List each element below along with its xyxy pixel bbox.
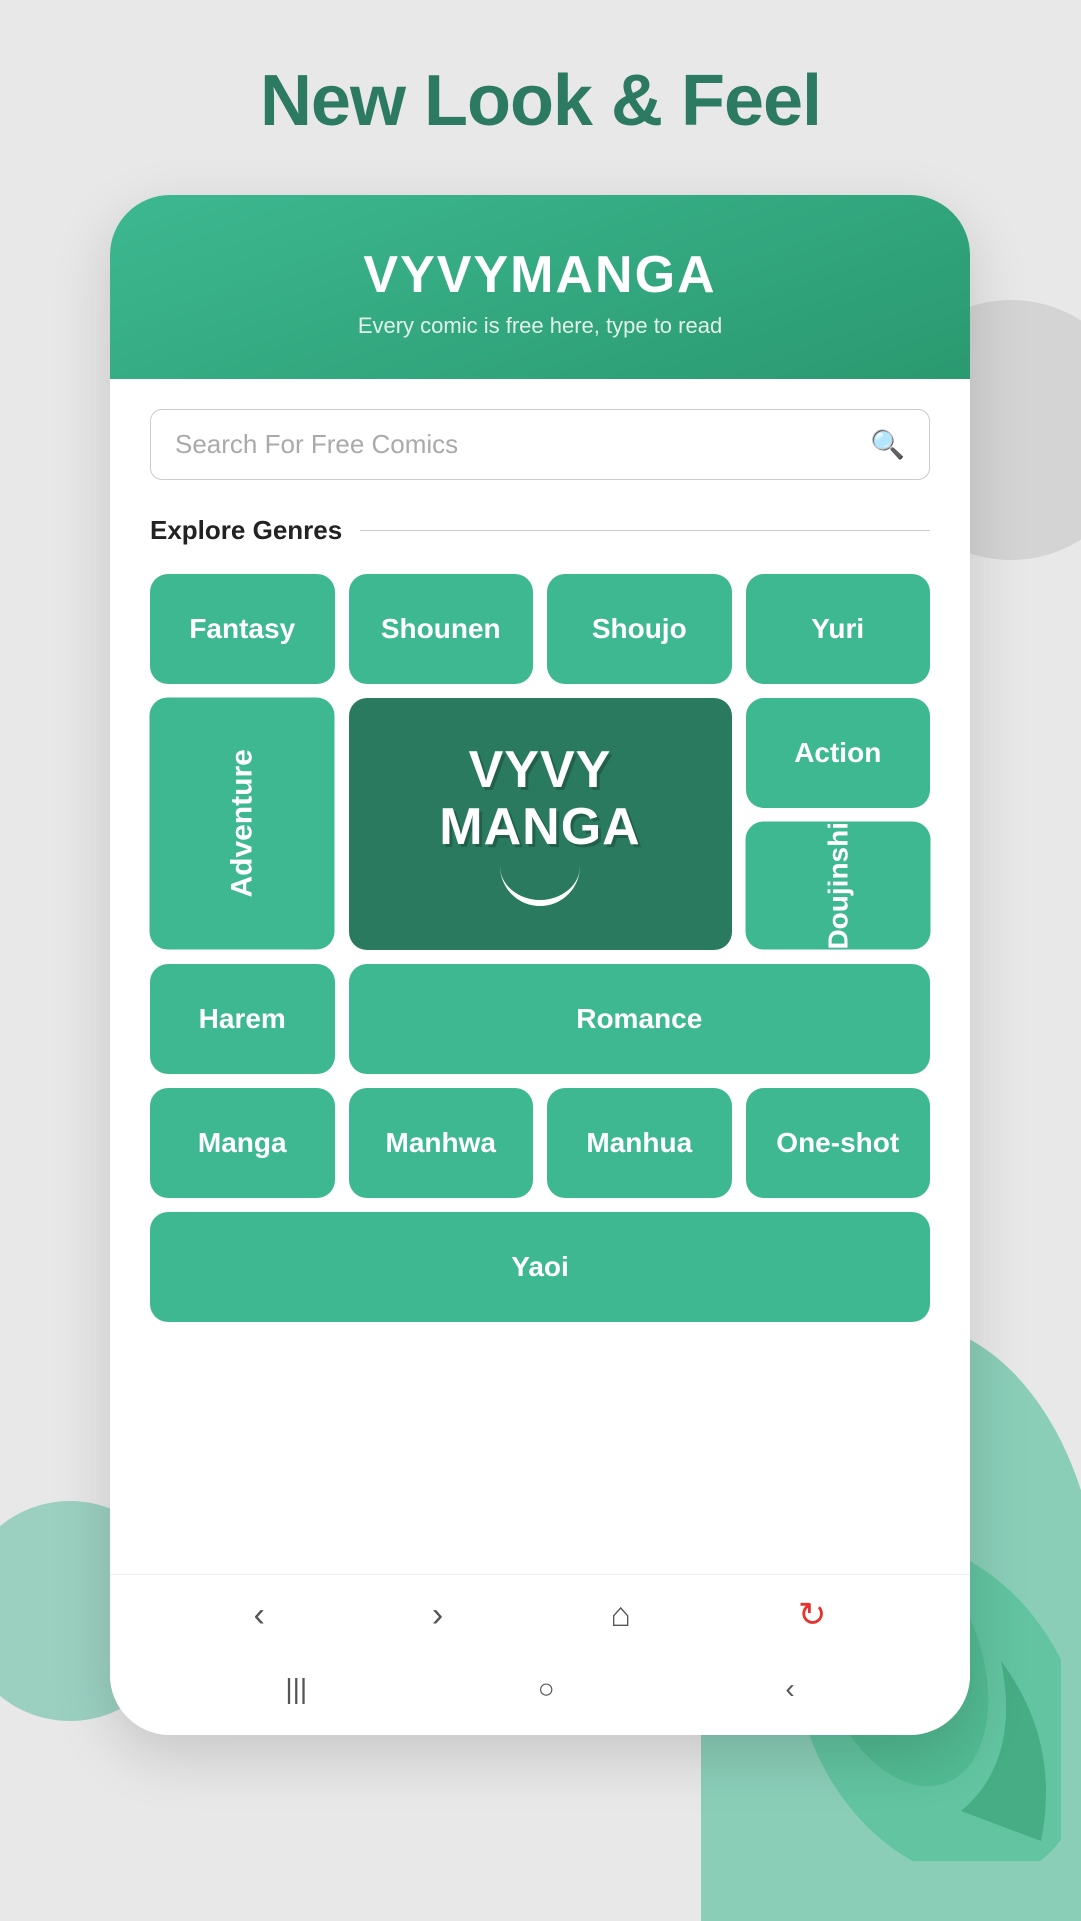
sys-menu-icon[interactable]: ||| <box>285 1673 307 1705</box>
phone-frame: VYVYMANGA Every comic is free here, type… <box>110 195 970 1735</box>
genre-yuri[interactable]: Yuri <box>746 574 931 684</box>
genre-doujinshi[interactable]: Doujinshi <box>746 822 931 950</box>
search-placeholder: Search For Free Comics <box>175 429 870 460</box>
app-header: VYVYMANGA Every comic is free here, type… <box>110 195 970 379</box>
logo-line1: VYVY <box>469 742 612 799</box>
genre-grid: Fantasy Shounen Shoujo Yuri Adventure VY… <box>150 574 930 1322</box>
genre-manga[interactable]: Manga <box>150 1088 335 1198</box>
explore-label: Explore Genres <box>150 515 342 546</box>
system-nav: ||| ○ ‹ <box>110 1655 970 1735</box>
genre-fantasy[interactable]: Fantasy <box>150 574 335 684</box>
nav-refresh-button[interactable]: ↻ <box>798 1595 827 1635</box>
genre-shoujo[interactable]: Shoujo <box>547 574 732 684</box>
explore-header: Explore Genres <box>150 515 930 546</box>
genre-shounen[interactable]: Shounen <box>349 574 534 684</box>
nav-back-button[interactable]: ‹ <box>254 1596 265 1635</box>
sys-home-icon[interactable]: ○ <box>538 1673 555 1705</box>
nav-bar: ‹ › ⌂ ↻ <box>110 1574 970 1655</box>
search-bar[interactable]: Search For Free Comics 🔍 <box>150 409 930 480</box>
app-body: Search For Free Comics 🔍 Explore Genres … <box>110 379 970 1574</box>
genre-manhua[interactable]: Manhua <box>547 1088 732 1198</box>
nav-home-button[interactable]: ⌂ <box>610 1596 631 1635</box>
genre-manhwa[interactable]: Manhwa <box>349 1088 534 1198</box>
genre-yaoi[interactable]: Yaoi <box>150 1212 930 1322</box>
explore-divider <box>360 530 930 532</box>
genre-harem[interactable]: Harem <box>150 964 335 1074</box>
logo-line2: MANGA <box>439 799 640 856</box>
genre-vyvymanga-logo[interactable]: VYVY MANGA <box>349 698 732 950</box>
nav-forward-button[interactable]: › <box>432 1596 443 1635</box>
app-name: VYVYMANGA <box>140 245 940 305</box>
sys-back-icon[interactable]: ‹ <box>785 1673 794 1705</box>
genre-romance[interactable]: Romance <box>349 964 931 1074</box>
genre-oneshot[interactable]: One-shot <box>746 1088 931 1198</box>
smile-icon <box>500 866 580 906</box>
genre-action[interactable]: Action <box>746 698 931 808</box>
page-title: New Look & Feel <box>0 60 1081 142</box>
genre-adventure[interactable]: Adventure <box>150 698 335 950</box>
search-icon: 🔍 <box>870 428 905 461</box>
app-subtitle: Every comic is free here, type to read <box>140 313 940 339</box>
